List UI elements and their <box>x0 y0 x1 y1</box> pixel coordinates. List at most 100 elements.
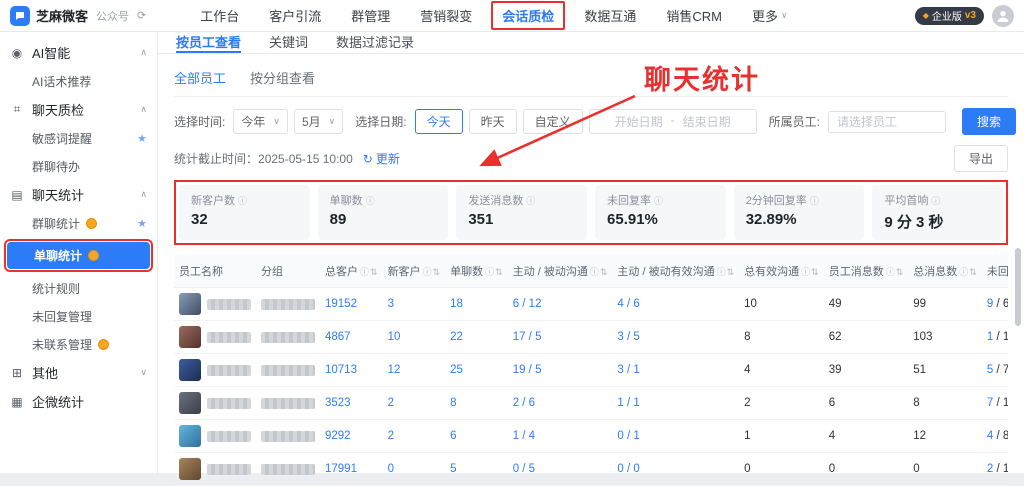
sidebar-item-ai-script[interactable]: AI话术推荐 <box>0 67 157 95</box>
info-icon[interactable]: ⓘ <box>810 194 819 207</box>
star-icon[interactable]: ★ <box>137 217 147 230</box>
active-passive-valid-value[interactable]: 0 / 1 <box>617 430 639 442</box>
col-staff-messages[interactable]: 员工消息数ⓘ⇅ <box>824 255 909 288</box>
sort-icon[interactable]: ⇅ <box>433 267 441 277</box>
active-passive-value[interactable]: 1 / 4 <box>513 430 535 442</box>
total-customers-value[interactable]: 19152 <box>325 298 357 310</box>
info-icon[interactable]: ⓘ <box>959 267 968 277</box>
new-customers-value[interactable]: 12 <box>388 364 401 376</box>
sidebar-section-chat-stats[interactable]: ▤ 聊天统计 ∧ <box>0 180 157 209</box>
sort-icon[interactable]: ⇅ <box>969 267 977 277</box>
new-customers-value[interactable]: 2 <box>388 430 394 442</box>
table-row[interactable]: 3523 2 8 2 / 6 1 / 1 2 6 8 7 / 100.00% <box>174 387 1008 420</box>
info-icon[interactable]: ⓘ <box>423 267 432 277</box>
sidebar-item-unreplied-mgmt[interactable]: 未回复管理 <box>0 302 157 330</box>
quick-today-button[interactable]: 今天 <box>415 109 463 134</box>
total-customers-value[interactable]: 4867 <box>325 331 351 343</box>
sidebar-section-qiwei-stats[interactable]: ▦ 企微统计 <box>0 387 157 416</box>
vertical-scrollbar[interactable] <box>1015 248 1021 326</box>
col-total-valid[interactable]: 总有效沟通ⓘ⇅ <box>739 255 824 288</box>
table-row[interactable]: 4867 10 22 17 / 5 3 / 5 8 62 103 1 / 12.… <box>174 321 1008 354</box>
sidebar-item-single-chat-stats[interactable]: 单聊统计 <box>7 242 150 269</box>
table-row[interactable]: 9292 2 6 1 / 4 0 / 1 1 4 12 4 / 80.00% <box>174 420 1008 453</box>
total-customers-value[interactable]: 3523 <box>325 397 351 409</box>
col-active-passive-valid[interactable]: 主动 / 被动有效沟通ⓘ⇅ <box>612 255 739 288</box>
export-button[interactable]: 导出 <box>954 145 1008 172</box>
sidebar-item-sensitive-words[interactable]: 敏感词提醒 ★ <box>0 124 157 152</box>
col-active-passive[interactable]: 主动 / 被动沟通ⓘ⇅ <box>508 255 613 288</box>
new-customers-value[interactable]: 0 <box>388 463 394 475</box>
new-customers-value[interactable]: 2 <box>388 397 394 409</box>
sort-icon[interactable]: ⇅ <box>600 267 608 277</box>
col-single-chats[interactable]: 单聊数ⓘ⇅ <box>445 255 508 288</box>
sort-icon[interactable]: ⇅ <box>727 267 735 277</box>
nav-customer-acquisition[interactable]: 客户引流 <box>269 6 321 25</box>
table-row[interactable]: 17991 0 5 0 / 5 0 / 0 0 0 0 2 / 100.00% <box>174 453 1008 486</box>
plan-badge[interactable]: ◆ 企业版 v3 <box>915 7 984 25</box>
total-customers-value[interactable]: 17991 <box>325 463 357 475</box>
table-row[interactable]: 10713 12 25 19 / 5 3 / 1 4 39 51 5 / 71.… <box>174 354 1008 387</box>
tab-keywords[interactable]: 关键词 <box>269 32 308 53</box>
nav-data-interop[interactable]: 数据互通 <box>584 6 636 25</box>
col-unreplied-rate[interactable]: 未回复 / 未回复率ⓘ⇅ <box>982 255 1008 288</box>
nav-more[interactable]: 更多∨ <box>752 6 788 25</box>
sidebar-section-other[interactable]: ⊞ 其他 ∨ <box>0 358 157 387</box>
single-chats-value[interactable]: 18 <box>450 298 463 310</box>
search-button[interactable]: 搜索 <box>962 108 1016 135</box>
active-passive-value[interactable]: 17 / 5 <box>513 331 542 343</box>
subtab-by-group[interactable]: 按分组查看 <box>250 68 315 87</box>
active-passive-valid-value[interactable]: 3 / 5 <box>617 331 639 343</box>
tab-by-employee[interactable]: 按员工查看 <box>176 32 241 53</box>
year-select[interactable]: 今年 ∨ <box>233 109 288 134</box>
active-passive-value[interactable]: 6 / 12 <box>513 298 542 310</box>
sidebar-section-chat-qc[interactable]: ⌗ 聊天质检 ∧ <box>0 95 157 124</box>
sidebar-item-group-chat-stats[interactable]: 群聊统计 ★ <box>0 209 157 237</box>
info-icon[interactable]: ⓘ <box>886 267 895 277</box>
new-customers-value[interactable]: 3 <box>388 298 394 310</box>
single-chats-value[interactable]: 22 <box>450 331 463 343</box>
tab-filter-records[interactable]: 数据过滤记录 <box>336 32 414 53</box>
sort-icon[interactable]: ⇅ <box>811 267 819 277</box>
col-new-customers[interactable]: 新客户ⓘ⇅ <box>383 255 446 288</box>
single-chats-value[interactable]: 25 <box>450 364 463 376</box>
subtab-all-employees[interactable]: 全部员工 <box>174 68 226 87</box>
table-row[interactable]: 19152 3 18 6 / 12 4 / 6 10 49 99 9 / 64.… <box>174 288 1008 321</box>
switch-account-icon[interactable]: ⟳ <box>137 9 146 22</box>
staff-input[interactable] <box>828 111 946 133</box>
sort-icon[interactable]: ⇅ <box>495 267 503 277</box>
nav-sales-crm[interactable]: 销售CRM <box>666 6 722 25</box>
total-customers-value[interactable]: 10713 <box>325 364 357 376</box>
active-passive-value[interactable]: 2 / 6 <box>513 397 535 409</box>
sort-icon[interactable]: ⇅ <box>370 267 378 277</box>
user-avatar[interactable] <box>992 5 1014 27</box>
app-logo[interactable]: 芝麻微客 公众号 ⟳ <box>10 6 146 26</box>
nav-workbench[interactable]: 工作台 <box>200 6 239 25</box>
sort-icon[interactable]: ⇅ <box>896 267 904 277</box>
info-icon[interactable]: ⓘ <box>526 194 535 207</box>
refresh-link[interactable]: ↻ 更新 <box>363 150 400 167</box>
sidebar-item-uncontacted-mgmt[interactable]: 未联系管理 <box>0 330 157 358</box>
info-icon[interactable]: ⓘ <box>654 194 663 207</box>
single-chats-value[interactable]: 6 <box>450 430 456 442</box>
single-chats-value[interactable]: 5 <box>450 463 456 475</box>
total-customers-value[interactable]: 9292 <box>325 430 351 442</box>
active-passive-value[interactable]: 0 / 5 <box>513 463 535 475</box>
month-select[interactable]: 5月 ∨ <box>294 109 343 134</box>
active-passive-valid-value[interactable]: 4 / 6 <box>617 298 639 310</box>
info-icon[interactable]: ⓘ <box>238 194 247 207</box>
sidebar-item-group-todo[interactable]: 群聊待办 <box>0 152 157 180</box>
col-total-messages[interactable]: 总消息数ⓘ⇅ <box>908 255 982 288</box>
sidebar-item-stat-rules[interactable]: 统计规则 <box>0 274 157 302</box>
info-icon[interactable]: ⓘ <box>590 267 599 277</box>
nav-group-management[interactable]: 群管理 <box>351 6 390 25</box>
info-icon[interactable]: ⓘ <box>717 267 726 277</box>
nav-marketing-fission[interactable]: 营销裂变 <box>420 6 472 25</box>
new-customers-value[interactable]: 10 <box>388 331 401 343</box>
info-icon[interactable]: ⓘ <box>485 267 494 277</box>
active-passive-valid-value[interactable]: 3 / 1 <box>617 364 639 376</box>
active-passive-valid-value[interactable]: 1 / 1 <box>617 397 639 409</box>
single-chats-value[interactable]: 8 <box>450 397 456 409</box>
active-passive-valid-value[interactable]: 0 / 0 <box>617 463 639 475</box>
active-passive-value[interactable]: 19 / 5 <box>513 364 542 376</box>
nav-conversation-qc[interactable]: 会话质检 <box>502 9 554 24</box>
